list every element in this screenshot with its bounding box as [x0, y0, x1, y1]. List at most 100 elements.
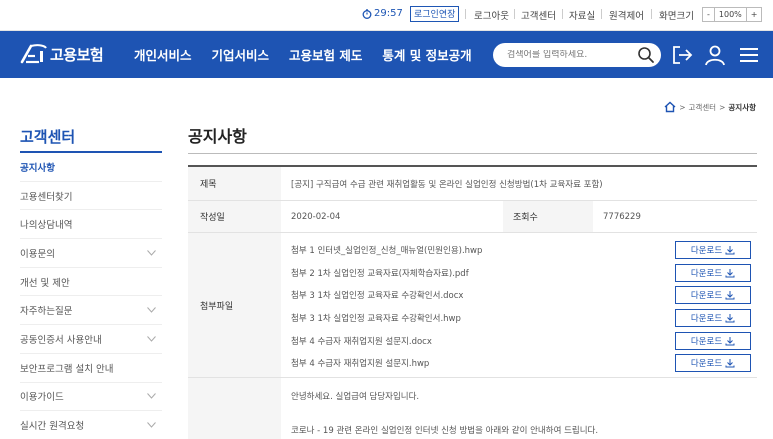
sidebar-item-label: 이용가이드	[20, 392, 64, 404]
breadcrumb: > 고객센터 > 공지사항	[664, 101, 756, 113]
attachment-name[interactable]: 첨부 3 1차 실업인정 교육자료 수강확인서.hwp	[291, 312, 461, 324]
notice-body: 안녕하세요. 실업급여 담당자입니다. 코로나 - 19 관련 온라인 실업인정…	[281, 378, 598, 439]
download-button[interactable]: 다운로드	[675, 241, 751, 260]
divider	[514, 9, 515, 19]
download-button[interactable]: 다운로드	[675, 263, 751, 282]
home-icon[interactable]	[664, 101, 676, 113]
download-button[interactable]: 다운로드	[675, 286, 751, 305]
sidebar-title: 고객센터	[20, 128, 76, 146]
download-icon	[725, 359, 735, 368]
breadcrumb-separator: >	[719, 102, 726, 112]
body-row: 안녕하세요. 실업급여 담당자입니다. 코로나 - 19 관련 온라인 실업인정…	[188, 378, 757, 439]
logout-link[interactable]: 로그아웃	[474, 8, 509, 22]
body-paragraph: 코로나 - 19 관련 온라인 실업인정 인터넷 신청 방법을 아래와 같이 안…	[291, 426, 599, 436]
views-label: 조회수	[503, 201, 593, 232]
nav-personal-services[interactable]: 개인서비스	[134, 45, 192, 64]
attachment-name[interactable]: 첨부 3 1차 실업인정 교육자료 수강확인서.docx	[291, 289, 463, 301]
sidebar-item-security-program[interactable]: 보안프로그램 설치 안내	[20, 354, 162, 383]
divider	[465, 9, 466, 19]
meta-row: 작성일 2020-02-04 조회수 7776229	[188, 201, 757, 233]
divider	[601, 9, 602, 19]
chevron-down-icon	[147, 250, 156, 256]
attachment-name[interactable]: 첨부 1 인터넷_실업인정_신청_매뉴얼(민원인용).hwp	[291, 244, 482, 256]
sidebar-item-notices[interactable]: 공지사항	[20, 153, 162, 182]
date-label: 작성일	[188, 201, 281, 232]
archive-link[interactable]: 자료실	[569, 8, 595, 22]
subject-value: [공지] 구직급여 수급 관련 재취업활동 및 온라인 실업인정 신청방법(1차…	[291, 179, 603, 190]
remote-control-link[interactable]: 원격제어	[609, 8, 644, 22]
search-icon[interactable]	[637, 46, 655, 64]
nav-statistics[interactable]: 통계 및 정보공개	[382, 45, 471, 64]
breadcrumb-current: 공지사항	[728, 102, 756, 112]
download-button[interactable]: 다운로드	[675, 309, 751, 328]
attachment-name[interactable]: 첨부 4 수급자 재취업지원 설문지.docx	[291, 335, 432, 347]
menu-icon[interactable]	[737, 43, 761, 67]
sidebar-item-find-center[interactable]: 고용센터찾기	[20, 182, 162, 211]
sidebar-item-remote-request[interactable]: 실시간 원격요청	[20, 411, 162, 439]
divider	[651, 9, 652, 19]
search-input[interactable]	[507, 50, 627, 60]
logo[interactable]: 고용보험	[19, 42, 104, 66]
nav-business-services[interactable]: 기업서비스	[212, 45, 270, 64]
download-label: 다운로드	[690, 268, 723, 279]
sidebar-item-inquiries[interactable]: 이용문의	[20, 239, 162, 268]
sidebar-item-label: 공동인증서 사용안내	[20, 334, 102, 346]
sidebar-item-my-consultations[interactable]: 나의상담내역	[20, 210, 162, 240]
sidebar-item-faq[interactable]: 자주하는질문	[20, 296, 162, 326]
subject-label: 제목	[188, 167, 281, 200]
sidebar-item-suggestions[interactable]: 개선 및 제안	[20, 268, 162, 297]
download-icon	[725, 291, 735, 300]
customer-center-link[interactable]: 고객센터	[521, 8, 556, 22]
zoom-value: 100%	[713, 8, 747, 21]
extend-login-button[interactable]: 로그인연장	[410, 6, 460, 22]
timer-value: 29:57	[374, 8, 403, 19]
download-label: 다운로드	[690, 291, 723, 302]
sidebar-item-label: 자주하는질문	[20, 306, 73, 318]
clock-icon	[362, 8, 372, 19]
body-label-cell	[188, 378, 281, 439]
notice-detail-table: 제목 [공지] 구직급여 수급 관련 재취업활동 및 온라인 실업인정 신청방법…	[188, 165, 757, 439]
breadcrumb-customer-center[interactable]: 고객센터	[688, 102, 716, 113]
download-icon	[725, 268, 735, 278]
utility-bar: 29:57 로그인연장 로그아웃 고객센터 자료실 원격제어 화면크기 - 10…	[0, 0, 773, 31]
attachment-name[interactable]: 첨부 2 1차 실업인정 교육자료(자체학습자료).pdf	[291, 267, 469, 279]
sidebar-item-label: 개선 및 제안	[20, 277, 70, 289]
attachment-item: 첨부 1 인터넷_실업인정_신청_매뉴얼(민원인용).hwp 다운로드	[291, 239, 757, 262]
download-label: 다운로드	[690, 336, 723, 347]
sidebar-item-label: 공지사항	[20, 162, 55, 174]
sidebar-item-label: 고용센터찾기	[20, 191, 73, 203]
main-nav: 개인서비스 기업서비스 고용보험 제도 통계 및 정보공개	[134, 31, 492, 78]
chevron-down-icon	[147, 336, 156, 342]
zoom-control: - 100% +	[702, 7, 763, 22]
logout-icon[interactable]	[670, 43, 694, 67]
subject-row: 제목 [공지] 구직급여 수급 관련 재취업활동 및 온라인 실업인정 신청방법…	[188, 167, 757, 201]
attachments-row: 첨부파일 첨부 1 인터넷_실업인정_신청_매뉴얼(민원인용).hwp 다운로드…	[188, 233, 757, 378]
attachment-item: 첨부 4 수급자 재취업지원 설문지.hwp 다운로드	[291, 352, 757, 375]
attachments-label: 첨부파일	[188, 233, 281, 377]
download-label: 다운로드	[690, 314, 723, 325]
views-value: 7776229	[603, 211, 641, 222]
chevron-down-icon	[147, 393, 156, 400]
body-paragraph: 안녕하세요. 실업급여 담당자입니다.	[291, 392, 420, 402]
nav-insurance-system[interactable]: 고용보험 제도	[289, 45, 362, 64]
sidebar-item-certificate[interactable]: 공동인증서 사용안내	[20, 325, 162, 354]
logo-text: 고용보험	[50, 45, 104, 64]
page-title: 공지사항	[188, 127, 247, 146]
sidebar-item-label: 이용문의	[20, 248, 55, 260]
chevron-down-icon	[147, 422, 156, 428]
download-button[interactable]: 다운로드	[675, 354, 751, 373]
download-icon	[725, 246, 735, 255]
zoom-out-button[interactable]: -	[703, 8, 714, 21]
attachment-item: 첨부 2 1차 실업인정 교육자료(자체학습자료).pdf 다운로드	[291, 262, 757, 285]
zoom-in-button[interactable]: +	[747, 8, 762, 21]
sidebar-item-user-guide[interactable]: 이용가이드	[20, 383, 162, 412]
sidebar-item-label: 보안프로그램 설치 안내	[20, 363, 114, 375]
main-header: 고용보험 개인서비스 기업서비스 고용보험 제도 통계 및 정보공개	[0, 31, 773, 78]
attachment-item: 첨부 3 1차 실업인정 교육자료 수강확인서.docx 다운로드	[291, 284, 757, 307]
user-icon[interactable]	[703, 43, 727, 67]
download-button[interactable]: 다운로드	[675, 331, 751, 350]
sidebar-menu: 공지사항 고용센터찾기 나의상담내역 이용문의 개선 및 제안 자주하는질문 공…	[20, 153, 162, 439]
attachment-name[interactable]: 첨부 4 수급자 재취업지원 설문지.hwp	[291, 357, 429, 369]
date-value: 2020-02-04	[291, 211, 341, 222]
download-icon	[725, 314, 735, 323]
